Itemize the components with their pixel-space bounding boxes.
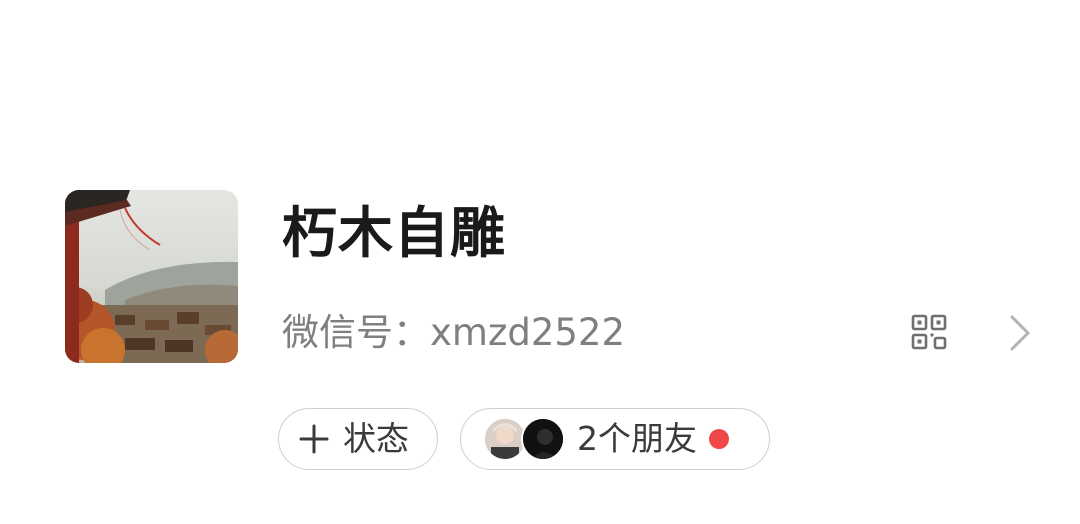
status-button-label: 状态: [343, 419, 409, 458]
chevron-right-icon[interactable]: [1008, 313, 1032, 353]
plus-icon: [299, 424, 329, 454]
avatar-painting: [65, 190, 238, 363]
friend-avatars: [483, 417, 569, 461]
friends-button[interactable]: 2个朋友: [460, 408, 770, 470]
nickname: 朽木自雕: [282, 201, 507, 265]
friends-button-label: 2个朋友: [577, 419, 697, 458]
new-badge-dot: [709, 429, 729, 449]
wechat-id-row[interactable]: 微信号：xmzd2522: [282, 308, 625, 358]
wechat-id-value: xmzd2522: [430, 311, 626, 354]
wechat-id-label: 微信号：: [282, 311, 430, 354]
qr-code-icon[interactable]: [911, 314, 947, 350]
friend-avatar-2: [521, 417, 565, 461]
profile-avatar[interactable]: [65, 190, 238, 363]
profile-header: 朽木自雕 微信号：xmzd2522 状态 2个朋友: [0, 0, 1080, 524]
status-button[interactable]: 状态: [278, 408, 438, 470]
